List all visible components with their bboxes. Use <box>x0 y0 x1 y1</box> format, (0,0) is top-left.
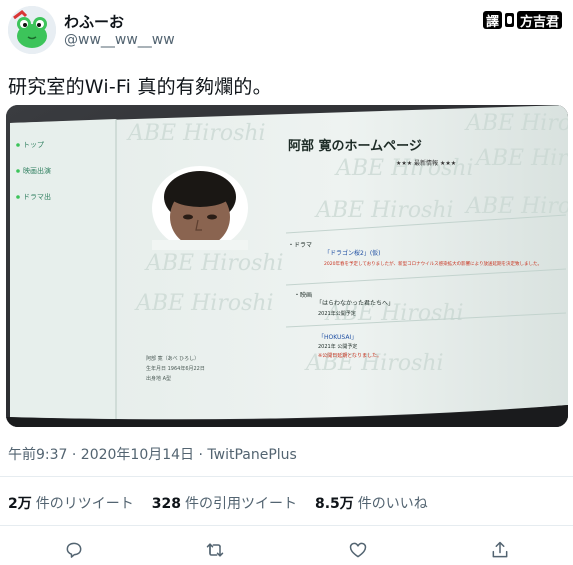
tweet-stats: 2万 件のリツイート 328 件の引用ツイート 8.5万 件のいいね <box>8 493 428 513</box>
quotes-label: 件の引用ツイート <box>184 496 297 512</box>
watermark-label-a: 譯 <box>482 11 502 30</box>
monitor-photo: トップ 映画出演 ドラマ出 ABE Hiroshi ABE Hiroshi AB… <box>6 105 568 427</box>
divider-bottom <box>0 525 573 526</box>
screen-nav-drama: ドラマ出 <box>23 192 51 201</box>
screen-nav-movies: 映画出演 <box>23 166 51 175</box>
svg-text:ABE Hiroshi: ABE Hiroshi <box>314 198 454 223</box>
frog-avatar-icon <box>8 6 56 54</box>
retweets-count: 2万 <box>8 496 32 512</box>
screen-section-hokusai-title: 「HOKUSAI」 <box>318 334 357 341</box>
screen-section-drama-note: 2020年春を予定しておりましたが、新型コロナウイルス感染拡大の影響により放送延… <box>324 260 542 267</box>
quotes-count: 328 <box>151 496 181 512</box>
likes-label: 件のいいね <box>357 496 428 512</box>
tweet-actions <box>0 538 573 564</box>
svg-text:ABE Hiroshi: ABE Hiroshi <box>144 251 284 276</box>
screen-section-hokusai-extra: ※公開日延期となりました。 <box>318 352 382 359</box>
likes-count: 8.5万 <box>314 496 354 512</box>
likes-stat[interactable]: 8.5万 件のいいね <box>315 493 428 513</box>
svg-text:ABE Hiroshi: ABE Hiroshi <box>464 111 568 136</box>
portrait-photo <box>152 166 248 250</box>
screen-section-hokusai-note: 2021年 公開予定 <box>318 343 357 350</box>
reply-icon <box>66 542 82 558</box>
retweets-stat[interactable]: 2万 件のリツイート <box>8 493 134 513</box>
avatar[interactable] <box>8 6 56 54</box>
retweets-label: 件のリツイート <box>35 496 134 512</box>
share-button[interactable] <box>488 538 512 562</box>
translator-watermark: 譯 方吉君 <box>479 9 566 31</box>
screen-profile-name: 阿部 寛（あべ ひろし） <box>146 355 199 362</box>
screen-nav-top: トップ <box>23 141 44 149</box>
screen-profile-origin: 出身地 A型 <box>146 375 171 382</box>
user-handle[interactable]: @ww__ww__ww <box>64 32 175 48</box>
svg-text:ABE Hiroshi: ABE Hiroshi <box>134 291 274 316</box>
screen-section-movie-note: 2021年公開予定 <box>318 310 356 317</box>
screen-stars-line: ★★★ 最新情報 ★★★ <box>396 159 456 167</box>
like-button[interactable] <box>346 538 370 562</box>
screen-section-movie-label: ・映画 <box>294 291 312 299</box>
svg-text:ABE Hiroshi: ABE Hiroshi <box>126 121 266 146</box>
retweet-button[interactable] <box>203 538 227 562</box>
screen-page-title: 阿部 寛のホームページ <box>288 138 422 154</box>
tweet-text: 研究室的Wi-Fi 真的有夠爛的。 <box>8 76 272 98</box>
retweet-icon <box>206 543 224 557</box>
display-name[interactable]: わふーお <box>64 11 124 32</box>
heart-icon <box>349 542 367 558</box>
svg-text:ABE Hiroshi: ABE Hiroshi <box>464 194 568 219</box>
share-icon <box>492 541 508 558</box>
tweet-header: わふーお @ww__ww__ww 譯 方吉君 <box>8 6 568 58</box>
tweet-photo[interactable]: トップ 映画出演 ドラマ出 ABE Hiroshi ABE Hiroshi AB… <box>6 105 568 427</box>
screen-section-drama-title: 「ドラゴン桜2」(仮) <box>324 249 381 257</box>
quotes-stat[interactable]: 328 件の引用ツイート <box>152 493 297 513</box>
screen-profile-birth: 生年月日 1964年6月22日 <box>146 365 205 372</box>
screen-section-movie-title: 「はらわなかった君たちへ」 <box>316 300 394 307</box>
watermark-dot-icon <box>504 13 514 27</box>
watermark-label-b: 方吉君 <box>516 11 562 30</box>
svg-text:ABE Hiroshi: ABE Hiroshi <box>474 146 568 171</box>
screen-section-drama-label: ・ドラマ <box>288 242 312 249</box>
reply-button[interactable] <box>62 538 86 562</box>
divider-top <box>0 476 573 477</box>
tweet-timestamp[interactable]: 午前9:37 · 2020年10月14日 · TwitPanePlus <box>8 444 297 464</box>
